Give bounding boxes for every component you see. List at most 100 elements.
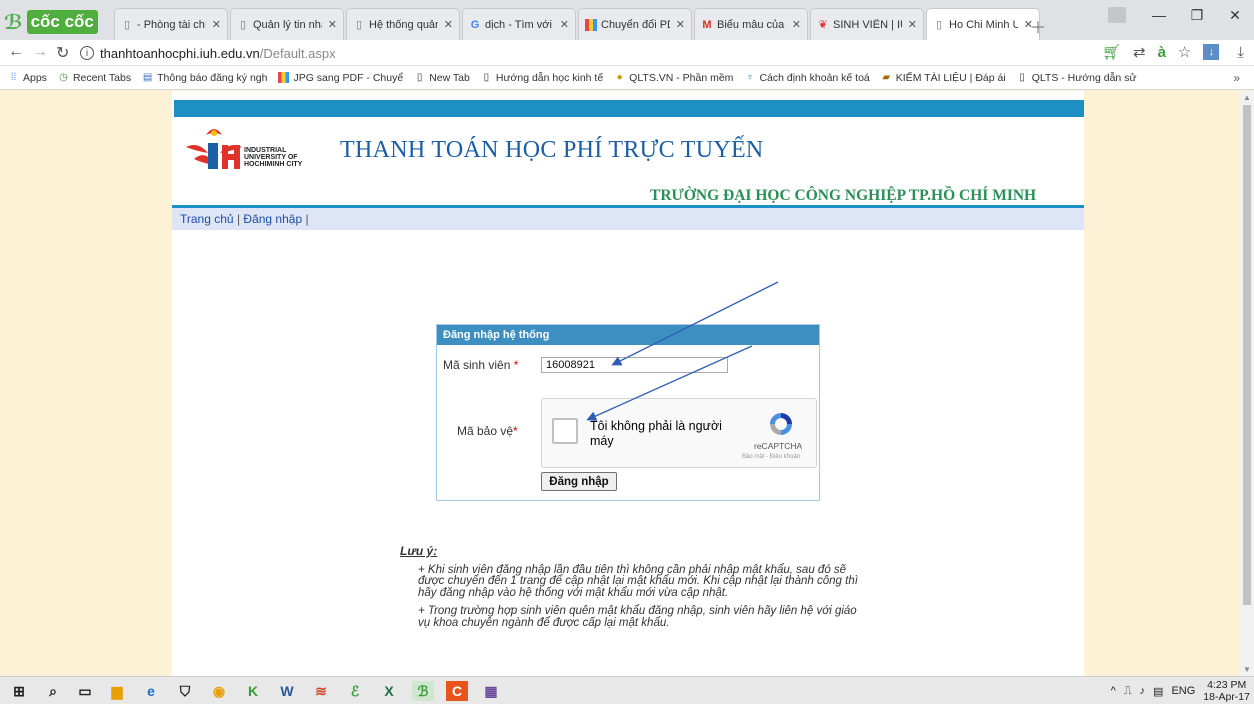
bookmark-recent-tabs[interactable]: ◷ Recent Tabs xyxy=(58,72,131,84)
shopping-cart-icon[interactable]: 🛒︎ xyxy=(1102,43,1121,61)
network-icon[interactable]: ⎍ xyxy=(1124,685,1132,698)
gmail-icon: M xyxy=(702,18,712,31)
recent-tabs-icon: ◷ xyxy=(59,72,68,83)
new-tab-icon[interactable]: ＋ xyxy=(1030,14,1046,38)
tab-chuyen-doi-pdf[interactable]: Chuyển đổi PDF ✕ xyxy=(578,8,692,40)
recaptcha-brand: reCAPTCHA xyxy=(754,441,803,451)
system-tray: ^ ⎍ ♪ ▤ ENG 4:23 PM 18-Apr-17 xyxy=(1111,677,1250,704)
profile-icon[interactable] xyxy=(1108,7,1126,23)
recaptcha-checkbox[interactable] xyxy=(552,418,578,444)
bookmark-qlts[interactable]: ● QLTS.VN - Phần mềm xyxy=(614,72,734,84)
nav-separator: | xyxy=(236,212,241,226)
captcha-label: Mã bảo vệ* xyxy=(457,424,518,438)
forward-icon[interactable]: → xyxy=(32,43,48,61)
download-icon[interactable]: ↓ xyxy=(1203,44,1220,60)
bookmark-qlts-huong-dan[interactable]: ▯ QLTS - Hướng dẫn sử xyxy=(1017,72,1136,84)
bookmark-huong-dan[interactable]: ▯ Hướng dẫn học kinh tế xyxy=(481,72,604,84)
bookmark-thong-bao[interactable]: ▤ Thông báo đăng ký ngh xyxy=(142,72,268,84)
tab-label: Hệ thống quản xyxy=(369,18,438,31)
bookmark-apps[interactable]: ⁞⁞ Apps xyxy=(8,72,47,84)
tab-label: SINH VIÊN | IUI xyxy=(833,18,902,31)
coccoc-logo-icon: ℬ xyxy=(4,10,23,34)
iuh-logo[interactable]: INDUSTRIAL UNIVERSITY OF HOCHIMINH CITY xyxy=(184,125,334,175)
address-bar[interactable]: i thanhtoanhocphi.iuh.edu.vn/Default.asp… xyxy=(80,42,980,64)
bookmark-new-tab[interactable]: ▯ New Tab xyxy=(414,72,470,84)
chrome-icon[interactable]: ◉ xyxy=(208,681,230,701)
store-icon[interactable]: ⛉ xyxy=(174,681,196,701)
tab-sinh-vien[interactable]: ❦ SINH VIÊN | IUI ✕ xyxy=(810,8,924,40)
tab-dich-tim-voi[interactable]: G dịch - Tìm với C ✕ xyxy=(462,8,576,40)
google-icon: G xyxy=(470,18,480,31)
nav-separator: | xyxy=(305,212,309,226)
page-icon: ▯ xyxy=(239,18,247,31)
back-icon[interactable]: ← xyxy=(8,43,24,61)
bookmark-label: Recent Tabs xyxy=(72,71,132,84)
volume-icon[interactable]: ♪ xyxy=(1140,685,1146,697)
nav-home-link[interactable]: Trang chủ xyxy=(180,212,234,226)
nav-login-link[interactable]: Đăng nhập xyxy=(243,212,302,226)
download-tray-icon[interactable]: ⤓ xyxy=(1237,44,1244,61)
windows-start-icon[interactable]: ⊞ xyxy=(8,681,30,701)
page-scrollbar[interactable]: ▲ ▼ xyxy=(1240,91,1254,676)
site-info-icon[interactable]: i xyxy=(80,46,94,60)
notifications-icon[interactable]: ▤ xyxy=(1153,685,1163,698)
student-id-input[interactable] xyxy=(541,357,728,373)
minimize-icon[interactable]: — xyxy=(1140,0,1178,30)
recaptcha-terms[interactable]: Bảo mật - Điều khoản xyxy=(742,454,800,460)
scroll-up-icon[interactable]: ▲ xyxy=(1243,93,1251,102)
scroll-down-icon[interactable]: ▼ xyxy=(1243,665,1251,674)
clock[interactable]: 4:23 PM 18-Apr-17 xyxy=(1203,679,1250,703)
close-icon[interactable]: ✕ xyxy=(792,18,801,31)
tab-ho-chi-minh-active[interactable]: ▯ Ho Chi Minh Ur ✕ xyxy=(926,8,1040,40)
restore-icon[interactable]: ❐ xyxy=(1178,0,1216,30)
bookmark-dinh-khoan[interactable]: ♆ Cách định khoản kế toá xyxy=(744,72,870,84)
search-icon[interactable]: ⌕ xyxy=(42,681,64,701)
excel-icon[interactable]: X xyxy=(378,681,400,701)
notes-title: Lưu ý: xyxy=(400,544,438,558)
app-grid-icon[interactable]: ▦ xyxy=(480,681,502,701)
bookmark-label: KIẾM TÀI LIỆU | Đáp ái xyxy=(895,71,1006,84)
iuh-icon: ❦ xyxy=(818,18,828,31)
recaptcha-logo-icon xyxy=(770,413,792,435)
bookmark-star-icon[interactable]: ☆ xyxy=(1178,43,1191,61)
edge-icon[interactable]: e xyxy=(140,681,162,701)
close-icon[interactable]: ✕ xyxy=(676,18,685,31)
close-icon[interactable]: ✕ xyxy=(908,18,917,31)
translate-icon[interactable]: ⇄ xyxy=(1133,43,1146,61)
tab-bieu-mau[interactable]: M Biểu mẫu của b ✕ xyxy=(694,8,808,40)
bookmark-kiem-tai-lieu[interactable]: ▰ KIẾM TÀI LIỆU | Đáp ái xyxy=(881,71,1006,84)
more-bookmarks-icon[interactable]: » xyxy=(1233,71,1240,85)
note-item: + Khi sinh viên đăng nhập lần đầu tiên t… xyxy=(418,563,858,599)
login-button[interactable]: Đăng nhập xyxy=(541,472,617,491)
address-domain: thanhtoanhocphi.iuh.edu.vn xyxy=(100,45,260,61)
tab-label: Chuyển đổi PDF xyxy=(601,18,670,31)
word-icon[interactable]: W xyxy=(276,681,298,701)
bookmark-jpg-pdf[interactable]: JPG sang PDF - Chuyể xyxy=(278,72,403,84)
tab-he-thong-quan[interactable]: ▯ Hệ thống quản ✕ xyxy=(346,8,460,40)
coccoc-dictionary-icon[interactable]: à xyxy=(1158,44,1166,61)
file-explorer-icon[interactable]: ▆ xyxy=(106,681,128,701)
header-top-bar xyxy=(172,100,1084,117)
app-tool-icon[interactable]: ℰ xyxy=(344,681,366,701)
app-k-icon[interactable]: K xyxy=(242,681,264,701)
login-panel: Đăng nhập hệ thống Mã sinh viên * Mã bảo… xyxy=(436,324,820,501)
pdf-convert-icon xyxy=(585,18,597,31)
tab-quan-ly-tin-nhan[interactable]: ▯ Quản lý tin nhắ ✕ xyxy=(230,8,344,40)
app-red-icon[interactable]: ≋ xyxy=(310,681,332,701)
task-view-icon[interactable]: ▭ xyxy=(74,681,96,701)
bookmark-label: Apps xyxy=(23,71,47,84)
close-icon[interactable]: ✕ xyxy=(328,18,337,31)
close-icon[interactable]: ✕ xyxy=(444,18,453,31)
coccoc-brand[interactable]: ℬ cốc cốc xyxy=(4,4,110,40)
language-indicator[interactable]: ENG xyxy=(1171,685,1195,697)
tray-chevron-icon[interactable]: ^ xyxy=(1111,685,1116,697)
coccoc-taskbar-icon[interactable]: ℬ xyxy=(412,681,434,701)
window-close-icon[interactable]: ✕ xyxy=(1216,0,1254,30)
reload-icon[interactable]: ↻ xyxy=(56,43,69,63)
bookmarks-bar: ⁞⁞ Apps ◷ Recent Tabs ▤ Thông báo đăng ký n… xyxy=(0,66,1254,90)
app-orange-icon[interactable]: C xyxy=(446,681,468,701)
close-icon[interactable]: ✕ xyxy=(560,18,569,31)
tab-phong-tai-chinh[interactable]: ▯ - Phòng tài chín ✕ xyxy=(114,8,228,40)
close-icon[interactable]: ✕ xyxy=(212,18,221,31)
scrollbar-thumb[interactable] xyxy=(1243,105,1251,605)
